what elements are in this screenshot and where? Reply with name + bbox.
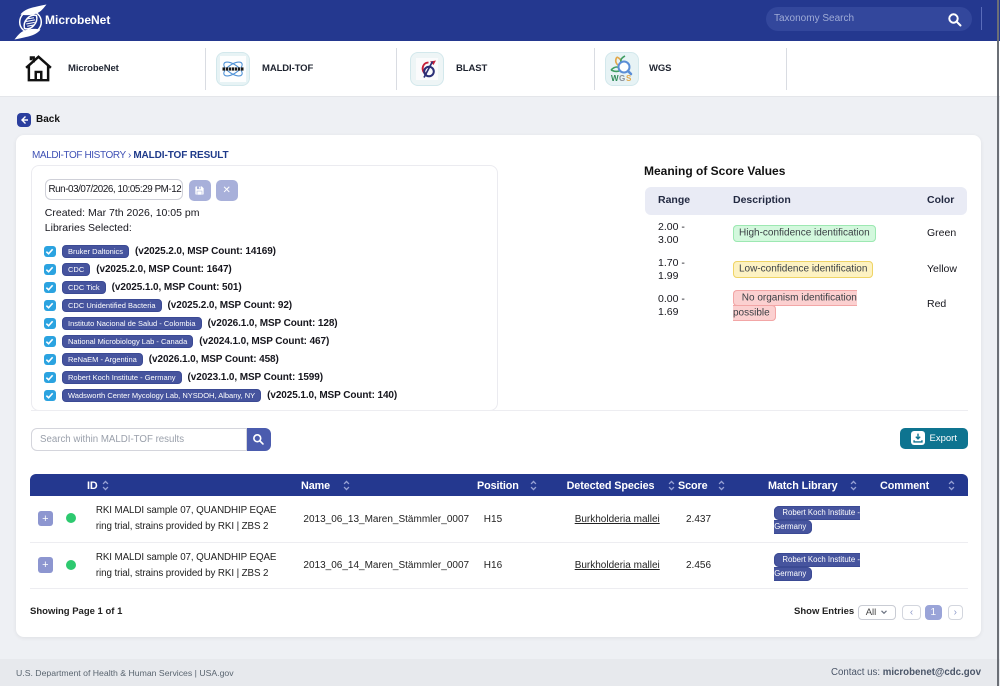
svg-text:W: W: [611, 74, 619, 83]
svg-text:G: G: [619, 74, 625, 83]
svg-text:S: S: [626, 74, 632, 83]
